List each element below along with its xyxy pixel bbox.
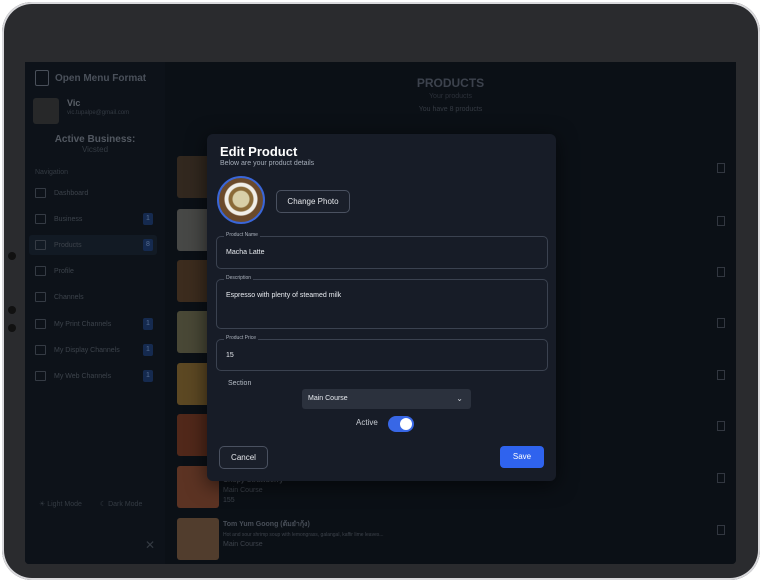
dialog-subtitle: Below are your product details (220, 160, 315, 167)
change-photo-button[interactable]: Change Photo (276, 190, 350, 213)
price-field[interactable]: Product Price 15 (216, 335, 548, 371)
product-name-value: Macha Latte (226, 249, 265, 256)
product-photo (217, 176, 265, 224)
description-label: Description (224, 275, 254, 281)
edit-product-dialog: Edit Product Below are your product deta… (207, 134, 556, 481)
toggle-knob (400, 418, 412, 430)
description-field[interactable]: Description Espresso with plenty of stea… (216, 275, 548, 329)
cancel-button[interactable]: Cancel (219, 446, 268, 469)
side-button (8, 306, 16, 314)
side-button (8, 252, 16, 260)
active-toggle[interactable] (388, 416, 414, 432)
price-value: 15 (226, 352, 234, 359)
section-value: Main Course (308, 395, 348, 402)
section-label: Section (228, 380, 252, 387)
product-name-field[interactable]: Product Name Macha Latte (216, 232, 548, 269)
product-name-label: Product Name (224, 232, 260, 238)
description-value: Espresso with plenty of steamed milk (226, 292, 342, 299)
section-select[interactable]: Main Course ⌄ (302, 389, 471, 409)
dialog-title: Edit Product (220, 144, 298, 159)
price-label: Product Price (224, 335, 259, 341)
save-button[interactable]: Save (500, 446, 544, 468)
active-label: Active (356, 418, 378, 427)
chevron-down-icon: ⌄ (456, 394, 463, 403)
side-button (8, 324, 16, 332)
